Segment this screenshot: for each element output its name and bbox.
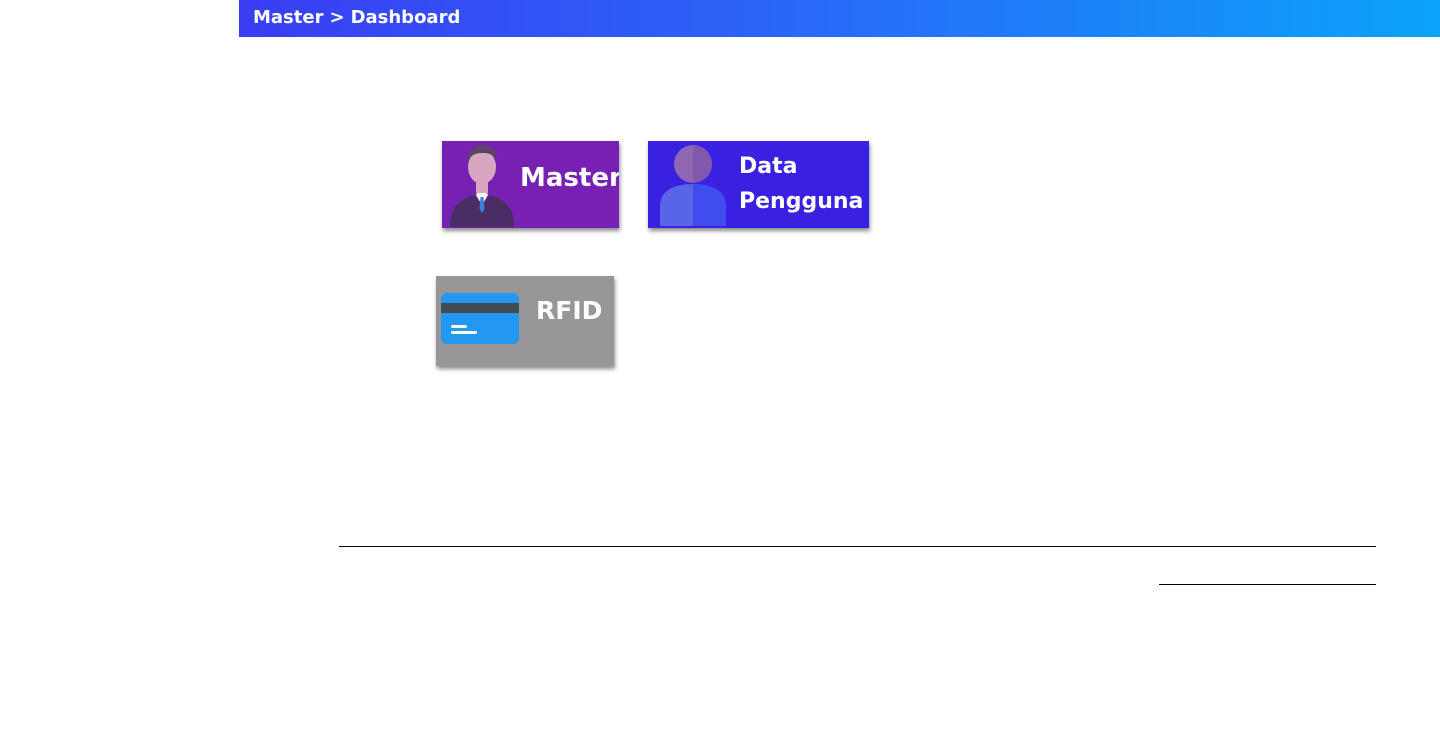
master-tile[interactable]: Master [442,141,619,228]
header-bar: Master > Dashboard [239,0,1440,37]
signature-line [1159,584,1376,585]
credit-card-icon [441,293,519,344]
businessman-icon [450,145,514,227]
divider-line [339,546,1376,547]
page: Master >Dashboard Master Data Pengguna [0,0,1440,750]
breadcrumb-current: Dashboard [350,7,461,28]
breadcrumb: Master > Dashboard [253,6,460,30]
user-icon [660,145,726,226]
rfid-tile[interactable]: RFID [436,276,614,366]
rfid-tile-label: RFID [536,296,603,325]
breadcrumb-root[interactable]: Master [253,7,323,28]
data-pengguna-tile[interactable]: Data Pengguna [648,141,869,228]
data-pengguna-tile-label-line1: Data [739,154,798,179]
breadcrumb-separator: > [329,7,345,28]
data-pengguna-tile-label: Data Pengguna [739,149,863,219]
data-pengguna-tile-label-line2: Pengguna [739,189,864,214]
master-tile-label: Master [520,163,619,193]
